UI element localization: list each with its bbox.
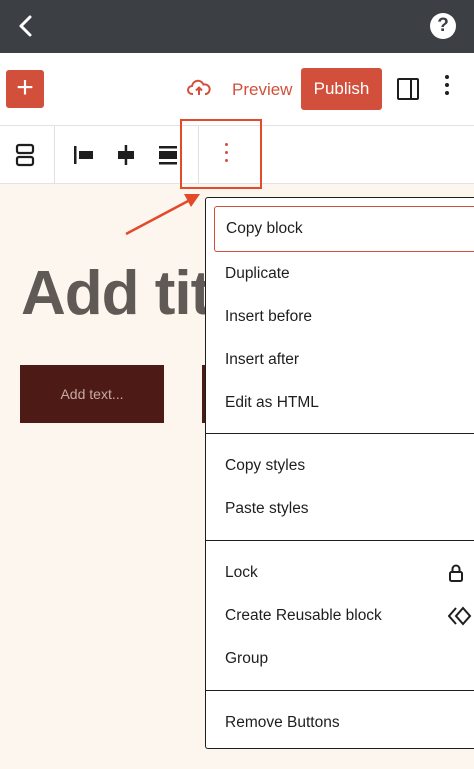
post-title[interactable]: Add tit [21,258,211,329]
more-options-icon[interactable] [444,75,450,103]
editor-toolbar: + Preview Publish [0,53,474,126]
preview-button[interactable]: Preview [232,80,292,100]
menu-item-insert-before[interactable]: Insert before [206,295,474,338]
justify-center-icon[interactable] [111,140,141,170]
menu-item-edit-as-html[interactable]: Edit as HTML [206,381,474,424]
menu-group-actions: Lock Create Reusable block Group [206,540,474,690]
publish-button[interactable]: Publish [301,68,382,110]
annotation-arrow-icon [125,194,200,236]
add-block-button[interactable]: + [6,70,44,108]
top-bar: ? [0,0,474,53]
menu-item-insert-after[interactable]: Insert after [206,338,474,381]
justify-left-icon[interactable] [69,140,99,170]
lock-icon [449,564,463,582]
block-type-icon[interactable] [10,140,40,170]
menu-group-remove: Remove Buttons [206,690,474,754]
menu-item-copy-block[interactable]: Copy block [214,206,474,252]
block-options-menu: Copy block Duplicate Insert before Inser… [205,197,474,749]
reusable-block-icon [448,606,472,626]
menu-item-paste-styles[interactable]: Paste styles [206,487,474,530]
annotation-highlight-box [180,119,262,189]
toolbar-divider [54,126,55,184]
menu-item-lock[interactable]: Lock [206,551,474,594]
menu-item-group[interactable]: Group [206,637,474,680]
menu-item-duplicate[interactable]: Duplicate [206,252,474,295]
menu-item-lock-label: Lock [225,564,258,581]
button-block[interactable]: Add text... [20,365,164,423]
chevron-left-icon[interactable] [12,12,40,40]
menu-item-create-reusable-block[interactable]: Create Reusable block [206,594,474,637]
menu-item-copy-styles[interactable]: Copy styles [206,444,474,487]
cloud-upload-icon[interactable] [187,78,211,98]
menu-item-remove-buttons[interactable]: Remove Buttons [206,701,474,744]
menu-group-block: Copy block Duplicate Insert before Inser… [206,206,474,433]
menu-item-create-reusable-block-label: Create Reusable block [225,607,382,624]
sidebar-toggle-icon[interactable] [397,78,419,100]
help-icon[interactable]: ? [430,13,456,39]
menu-group-styles: Copy styles Paste styles [206,433,474,540]
